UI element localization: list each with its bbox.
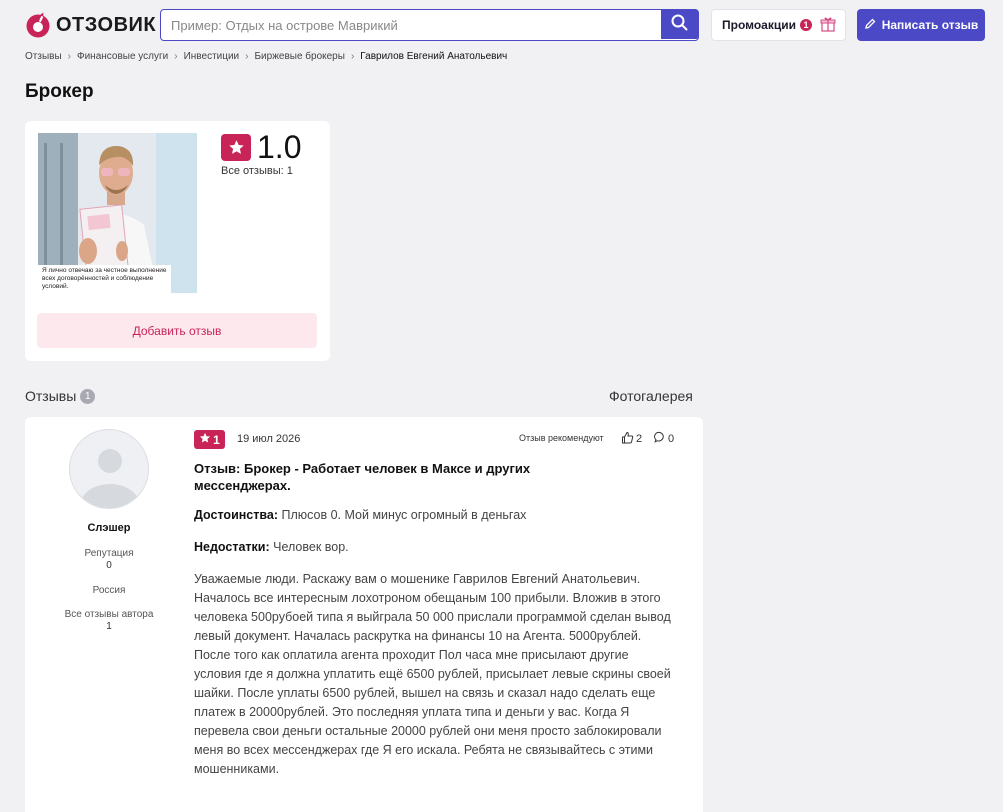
write-review-label: Написать отзыв [881,18,979,32]
review-rating-badge: 1 [194,430,225,449]
logo-text: ОТЗОВИК [56,13,157,36]
chevron-right-icon: › [174,50,178,62]
reputation-label: Репутация [84,548,134,559]
pencil-icon [864,18,876,33]
write-review-button[interactable]: Написать отзыв [857,9,985,41]
gift-icon [820,16,836,35]
like-button[interactable]: 2 [621,431,642,447]
all-reviews-value[interactable]: 1 [25,621,193,632]
review-pros: Достоинства: Плюсов 0. Мой минус огромны… [194,508,526,522]
breadcrumb-item[interactable]: Биржевые брокеры [254,51,344,62]
product-photo[interactable]: Я лично отвечаю за честное выполнение вс… [38,133,197,293]
review-rating-value: 1 [213,432,220,447]
rating-value: 1.0 [257,129,302,165]
cons-text: Человек вор. [273,540,349,554]
search-bar [160,9,699,41]
reviews-count-badge: 1 [80,388,96,404]
chevron-right-icon: › [245,50,249,62]
search-icon [671,14,688,36]
chevron-right-icon: › [67,50,71,62]
review-card: Слэшер Репутация 0 Россия Все отзывы авт… [25,417,703,812]
search-input[interactable] [161,10,661,40]
chevron-right-icon: › [350,50,355,62]
star-icon [221,134,251,161]
cons-label: Недостатки: [194,540,270,554]
product-card: Я лично отвечаю за честное выполнение вс… [25,121,330,361]
site-logo[interactable]: ОТЗОВИК [25,11,156,39]
star-icon [199,432,211,447]
review-body: Уважаемые люди. Раскажу вам о мошенике Г… [194,572,671,776]
gallery-link[interactable]: Фотогалерея [609,388,693,404]
comments-button[interactable]: 0 [654,431,674,446]
pros-text: Плюсов 0. Мой минус огромный в деньгах [281,508,527,522]
breadcrumb-item[interactable]: Инвестиции [184,51,240,62]
search-button[interactable] [661,10,698,39]
reputation-value: 0 [106,560,112,571]
review-cons: Недостатки: Человек вор. [194,540,349,554]
avatar[interactable] [69,429,149,509]
page-title: Брокер [25,81,94,102]
review-date: 19 июл 2026 [237,433,301,445]
comment-icon [654,431,666,446]
reviews-heading[interactable]: Отзывы 1 [25,388,96,404]
reviews-count[interactable]: Все отзывы: 1 [221,165,293,177]
breadcrumb-item[interactable]: Отзывы [25,51,62,62]
comments-count: 0 [668,432,675,445]
breadcrumb-item[interactable]: Финансовые услуги [77,51,168,62]
author-name[interactable]: Слэшер [25,522,193,534]
logo-icon [25,12,51,38]
pros-label: Достоинства: [194,508,279,522]
photo-caption: Я лично отвечаю за честное выполнение вс… [38,265,171,293]
promo-count-badge: 1 [800,19,812,31]
breadcrumb: Отзывы › Финансовые услуги › Инвестиции … [25,50,507,62]
likes-count: 2 [636,433,643,445]
promo-button[interactable]: Промоакции 1 [711,9,846,41]
author-country: Россия [92,585,126,596]
all-reviews-label[interactable]: Все отзывы автора [25,609,193,620]
breadcrumb-current: Гаврилов Евгений Анатольевич [360,50,508,62]
review-title[interactable]: Отзыв: Брокер - Работает человек в Максе… [194,460,614,494]
recommend-label: Отзыв рекомендуют [519,433,604,443]
add-review-button[interactable]: Добавить отзыв [37,313,317,348]
reviews-heading-label: Отзывы [25,388,77,404]
site-header: ОТЗОВИК Промоакции 1 Написать отзыв [0,0,1003,50]
promo-label: Промоакции [722,18,796,32]
thumbs-up-icon [621,431,634,447]
